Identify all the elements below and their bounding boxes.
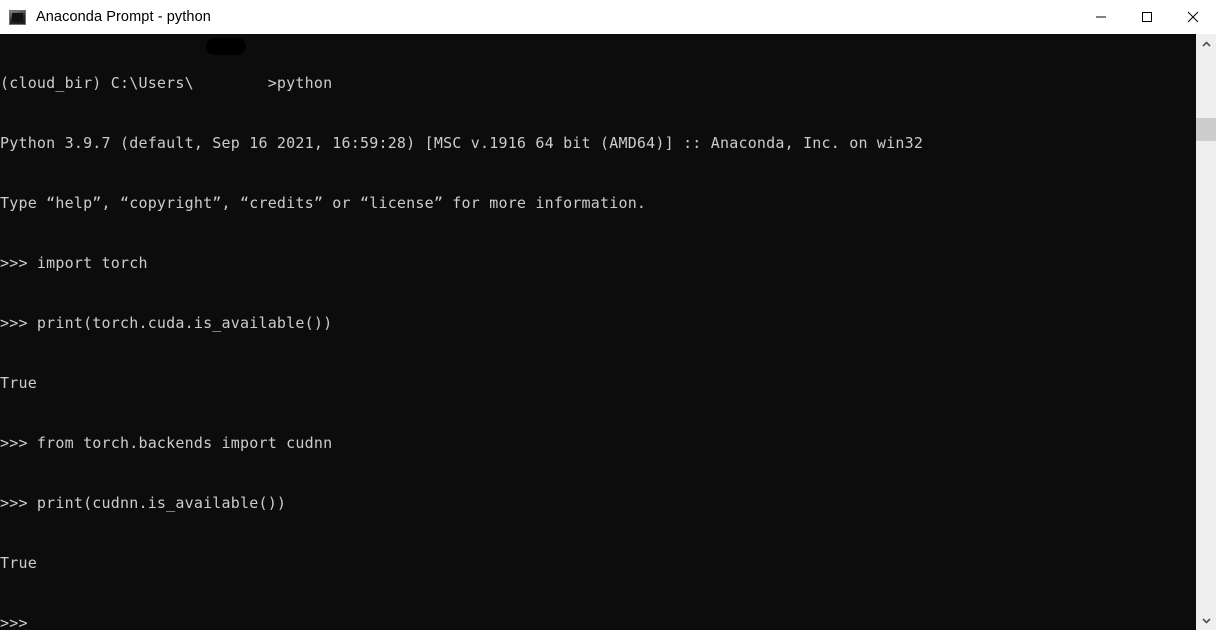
terminal-line: True <box>0 554 37 572</box>
terminal-text: (cloud_bir) C:\Users\ >python Python 3.9… <box>0 34 923 630</box>
minimize-button[interactable] <box>1078 0 1124 34</box>
redacted-username-mask <box>206 38 246 55</box>
console-icon <box>9 9 26 25</box>
title-bar[interactable]: Anaconda Prompt - python <box>0 0 1216 34</box>
terminal-line: >>> from torch.backends import cudnn <box>0 434 333 452</box>
terminal-line: Python 3.9.7 (default, Sep 16 2021, 16:5… <box>0 134 924 152</box>
terminal-output-area[interactable]: (cloud_bir) C:\Users\ >python Python 3.9… <box>0 34 1196 630</box>
terminal-line: >>> print(torch.cuda.is_available()) <box>0 314 333 332</box>
maximize-button[interactable] <box>1124 0 1170 34</box>
terminal-line: (cloud_bir) C:\Users\ >python <box>0 74 333 92</box>
window-title: Anaconda Prompt - python <box>36 9 211 25</box>
terminal-line: >>> print(cudnn.is_available()) <box>0 494 287 512</box>
terminal-line: >>> <box>0 614 28 630</box>
scrollbar-thumb[interactable] <box>1196 118 1216 141</box>
console-window: Anaconda Prompt - python (cloud_bir) C:\… <box>0 0 1216 630</box>
terminal-line: True <box>0 374 37 392</box>
scroll-down-arrow-icon[interactable] <box>1196 610 1216 630</box>
scroll-up-arrow-icon[interactable] <box>1196 34 1216 54</box>
terminal-line: >>> import torch <box>0 254 148 272</box>
window-controls <box>1078 0 1216 34</box>
terminal-line: Type “help”, “copyright”, “credits” or “… <box>0 194 647 212</box>
close-button[interactable] <box>1170 0 1216 34</box>
vertical-scrollbar[interactable] <box>1196 34 1216 630</box>
